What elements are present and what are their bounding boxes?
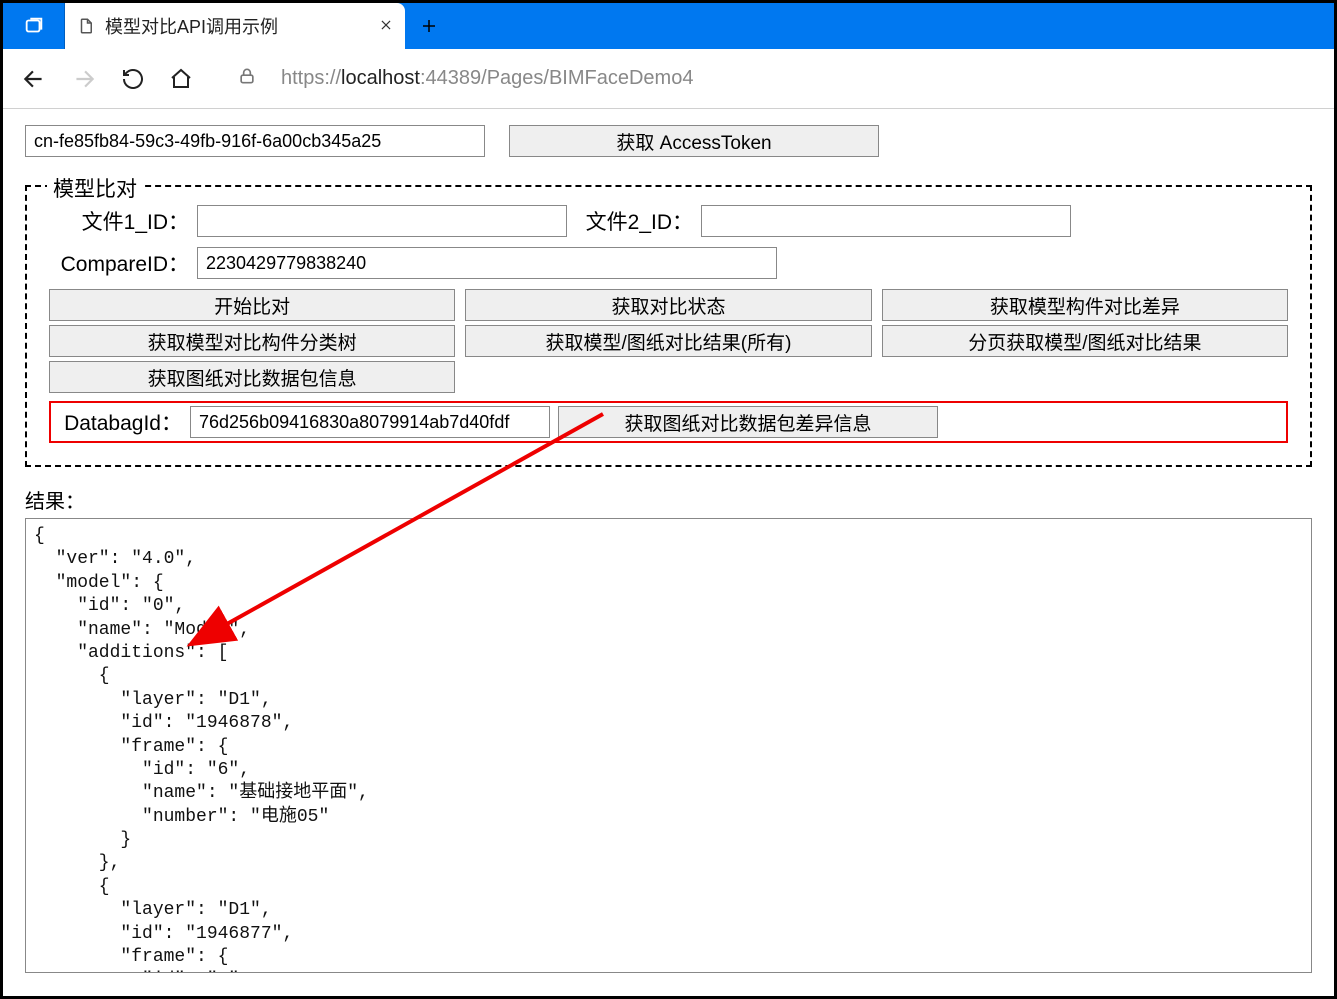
file1-input[interactable] (197, 205, 567, 237)
plus-icon (420, 17, 438, 35)
tabs-button[interactable] (3, 3, 65, 49)
arrow-left-icon (21, 66, 47, 92)
token-row: 获取 AccessToken (25, 125, 1312, 157)
get-access-token-button[interactable]: 获取 AccessToken (509, 125, 879, 157)
close-icon (379, 18, 393, 32)
browser-tab[interactable]: 模型对比API调用示例 (65, 3, 405, 49)
refresh-icon (121, 67, 145, 91)
page-icon (77, 17, 95, 35)
address-bar[interactable]: https://localhost:44389/Pages/BIMFaceDem… (281, 67, 693, 90)
page-content: 获取 AccessToken 模型比对 文件1_ID： 文件2_ID： Comp… (3, 109, 1334, 989)
start-compare-button[interactable]: 开始比对 (49, 289, 455, 321)
url-path: :44389/Pages/BIMFaceDemo4 (420, 67, 694, 90)
refresh-button[interactable] (121, 67, 145, 91)
compareid-input[interactable] (197, 247, 777, 279)
compareid-row: CompareID： (49, 247, 1288, 279)
tabs-icon (23, 15, 45, 37)
file2-input[interactable] (701, 205, 1071, 237)
databag-input[interactable] (190, 406, 550, 438)
url-host: localhost (341, 67, 420, 90)
databag-label: DatabagId： (57, 407, 182, 437)
get-databag-diff-button[interactable]: 获取图纸对比数据包差异信息 (558, 406, 938, 438)
site-info-button[interactable] (237, 66, 257, 91)
compare-fieldset: 模型比对 文件1_ID： 文件2_ID： CompareID： 开始比对 获取对… (25, 185, 1312, 467)
button-grid: 开始比对 获取对比状态 获取模型构件对比差异 获取模型对比构件分类树 获取模型/… (49, 289, 1288, 393)
result-label: 结果： (25, 485, 1312, 514)
file2-label: 文件2_ID： (583, 206, 693, 236)
get-drawing-databag-info-button[interactable]: 获取图纸对比数据包信息 (49, 361, 455, 393)
result-textarea[interactable]: { ″ver″: ″4.0″, ″model″: { ″id″: ″0″, ″n… (25, 518, 1312, 973)
titlebar: 模型对比API调用示例 (3, 3, 1334, 49)
get-model-compare-tree-button[interactable]: 获取模型对比构件分类树 (49, 325, 455, 357)
access-token-input[interactable] (25, 125, 485, 157)
new-tab-button[interactable] (405, 3, 453, 49)
url-scheme: https:// (281, 67, 341, 90)
file-ids-row: 文件1_ID： 文件2_ID： (49, 205, 1288, 237)
back-button[interactable] (21, 66, 47, 92)
get-model-component-diff-button[interactable]: 获取模型构件对比差异 (882, 289, 1288, 321)
compareid-label: CompareID： (49, 248, 189, 278)
home-icon (169, 67, 193, 91)
home-button[interactable] (169, 67, 193, 91)
tab-close-button[interactable] (379, 15, 393, 38)
get-all-compare-result-button[interactable]: 获取模型/图纸对比结果(所有) (465, 325, 871, 357)
file1-label: 文件1_ID： (49, 206, 189, 236)
browser-window: 模型对比API调用示例 https://localhost:44389/Page… (0, 0, 1337, 999)
lock-icon (237, 66, 257, 86)
browser-toolbar: https://localhost:44389/Pages/BIMFaceDem… (3, 49, 1334, 109)
fieldset-legend: 模型比对 (47, 173, 143, 203)
get-compare-status-button[interactable]: 获取对比状态 (465, 289, 871, 321)
get-paged-compare-result-button[interactable]: 分页获取模型/图纸对比结果 (882, 325, 1288, 357)
forward-button[interactable] (71, 66, 97, 92)
tab-title: 模型对比API调用示例 (105, 13, 369, 39)
arrow-right-icon (71, 66, 97, 92)
databag-row: DatabagId： 获取图纸对比数据包差异信息 (49, 401, 1288, 443)
